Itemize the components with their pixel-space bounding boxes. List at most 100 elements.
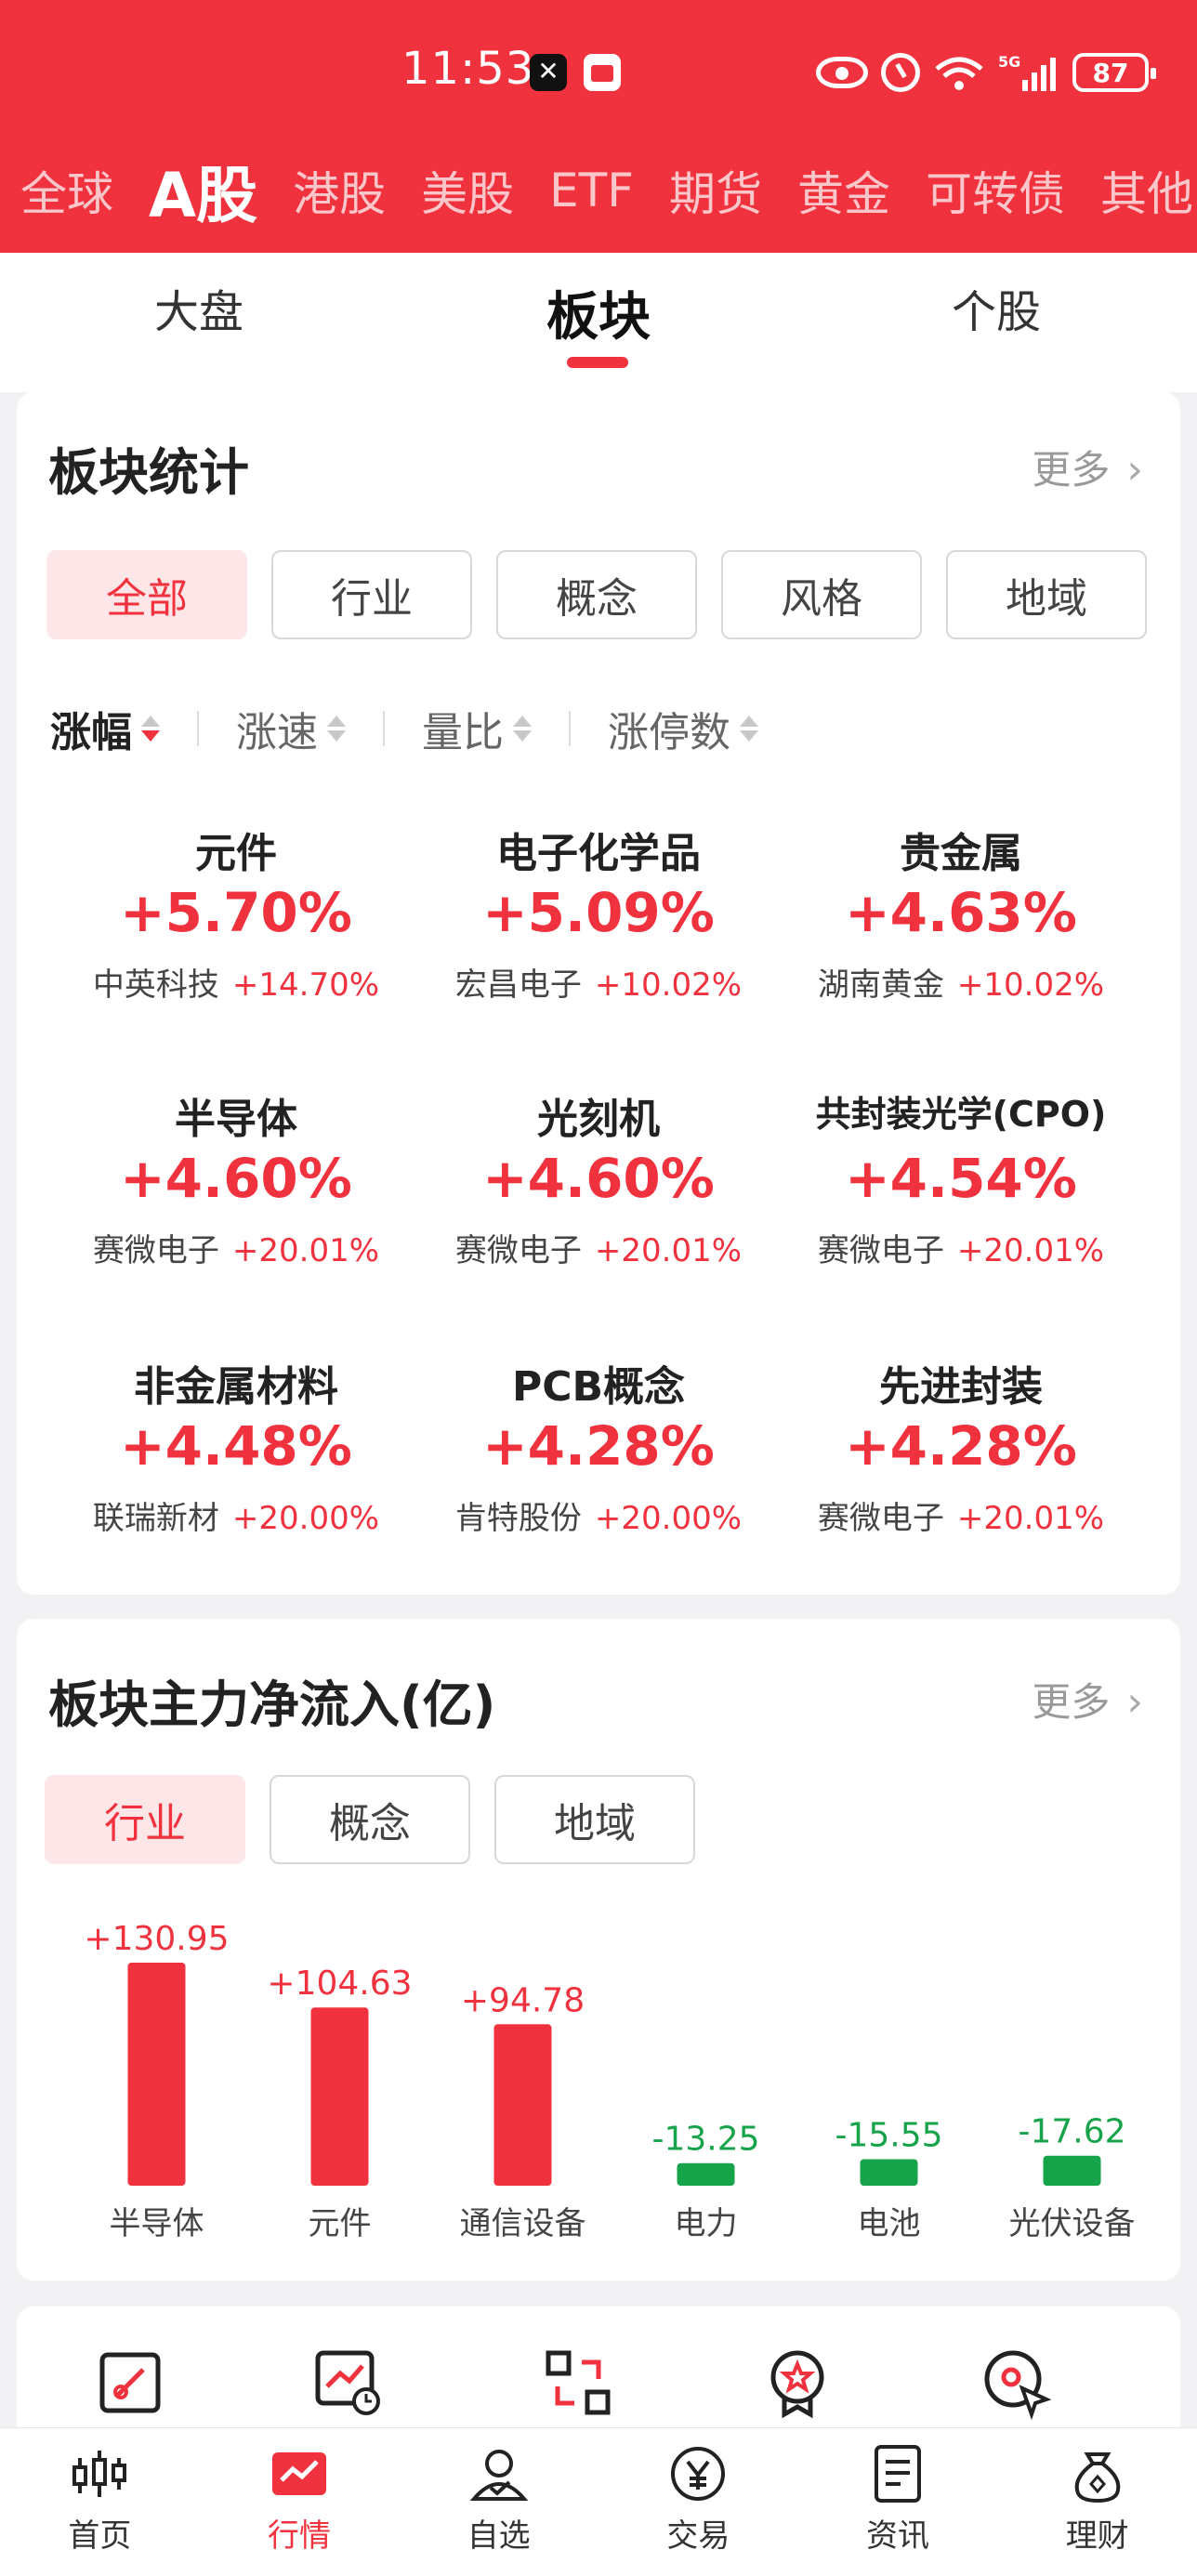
net-inflow-card: 板块主力净流入(亿) 更多 › 行业 概念 地域 +130.95 半导体 +104.6… (17, 1619, 1180, 2280)
nav-watchlist[interactable]: 自选 (399, 2428, 598, 2576)
filter-all[interactable]: 全部 (46, 550, 247, 639)
sort-volume-ratio[interactable]: 量比 (422, 699, 532, 758)
net-inflow-more-link[interactable]: 更多 › (1032, 1671, 1143, 1728)
filter-style[interactable]: 风格 (721, 550, 922, 639)
status-time: 11:53 (401, 43, 535, 95)
leader-change-pct: +20.01% (956, 1500, 1105, 1537)
status-icons: 5G 87 (816, 46, 1156, 99)
nav-home[interactable]: 首页 (0, 2428, 200, 2576)
sector-change-pct: +4.63% (845, 881, 1077, 944)
inflow-category-label: 半导体 (110, 2205, 204, 2242)
sort-arrows-icon (141, 716, 160, 742)
leader-change-pct: +20.01% (594, 1232, 743, 1269)
market-tab-futures[interactable]: 期货 (669, 157, 762, 224)
sector-item[interactable]: 光刻机 +4.60% 赛微电子 +20.01% (411, 1085, 786, 1270)
sector-leader: 宏昌电子 +10.02% (411, 959, 786, 1005)
sector-name: 半导体 (175, 1096, 297, 1143)
leader-change-pct: +20.00% (594, 1500, 743, 1537)
sub-tabs: 大盘 板块 个股 (0, 253, 1197, 392)
divider (569, 711, 571, 746)
sector-item[interactable]: 元件 +5.70% 中英科技 +14.70% (48, 820, 424, 1005)
leader-name: 赛微电子 (454, 1232, 582, 1269)
leader-name: 肯特股份 (454, 1500, 582, 1537)
market-tab-gold[interactable]: 黄金 (797, 157, 890, 224)
inflow-value-label: +104.63 (267, 1965, 412, 2003)
tab-stocks[interactable]: 个股 (903, 275, 1089, 340)
sector-item[interactable]: 贵金属 +4.63% 湖南黄金 +10.02% (773, 820, 1149, 1005)
nav-market[interactable]: 行情 (200, 2428, 400, 2576)
sector-stats-title: 板块统计 (48, 443, 249, 502)
sector-leader: 联瑞新材 +20.00% (48, 1492, 424, 1538)
award-icon[interactable] (760, 2346, 835, 2420)
sort-arrows-icon (740, 716, 758, 742)
filter-concept[interactable]: 概念 (270, 1775, 470, 1864)
leader-name: 中英科技 (92, 966, 219, 1004)
nav-trade[interactable]: 交易 (598, 2428, 798, 2576)
tab-market-overview[interactable]: 大盘 (106, 275, 292, 340)
tab-sectors[interactable]: 板块 (506, 275, 691, 350)
sector-name: 元件 (195, 830, 277, 877)
market-tabs: 全球 A股 港股 美股 ETF 期货 黄金 可转债 其他 (0, 149, 1197, 232)
market-tab-a-share[interactable]: A股 (149, 149, 257, 232)
sort-arrows-icon (513, 716, 532, 742)
inflow-filter-row: 行业 概念 地域 (45, 1775, 695, 1864)
sector-stats-more-link[interactable]: 更多 › (1032, 439, 1143, 495)
nav-wealth[interactable]: 理财 (997, 2428, 1197, 2576)
candlestick-icon (67, 2441, 132, 2506)
sector-change-pct: +4.60% (120, 1147, 352, 1210)
sector-change-pct: +4.28% (482, 1414, 715, 1478)
sector-leader: 肯特股份 +20.00% (411, 1492, 786, 1538)
sector-item[interactable]: 共封装光学(CPO) +4.54% 赛微电子 +20.01% (773, 1085, 1149, 1270)
leader-change-pct: +10.02% (956, 966, 1105, 1004)
market-tab-hk[interactable]: 港股 (293, 157, 386, 224)
market-tab-global[interactable]: 全球 (20, 157, 113, 224)
sector-change-pct: +5.09% (482, 881, 715, 944)
sector-item[interactable]: 非金属材料 +4.48% 联瑞新材 +20.00% (48, 1353, 424, 1538)
market-tab-other[interactable]: 其他 (1100, 157, 1193, 224)
sector-leader: 湖南黄金 +10.02% (773, 959, 1149, 1005)
sort-limit-up-count[interactable]: 涨停数 (608, 699, 758, 758)
inflow-category-label: 通信设备 (460, 2205, 586, 2242)
sector-name: 非金属材料 (134, 1363, 338, 1411)
app-notification-icon (584, 54, 621, 91)
sector-item[interactable]: 半导体 +4.60% 赛微电子 +20.01% (48, 1085, 424, 1270)
market-tab-us[interactable]: 美股 (421, 157, 514, 224)
sort-change-pct[interactable]: 涨幅 (50, 699, 160, 758)
sector-item[interactable]: PCB概念 +4.28% 肯特股份 +20.00% (411, 1353, 786, 1538)
active-tab-indicator (567, 357, 628, 368)
filter-region[interactable]: 地域 (494, 1775, 695, 1864)
nav-news[interactable]: 资讯 (798, 2428, 998, 2576)
sort-arrows-icon (327, 716, 346, 742)
inflow-bar (677, 2162, 735, 2186)
nav-label: 自选 (467, 2517, 531, 2555)
sort-label: 涨停数 (608, 709, 730, 756)
swap-icon[interactable] (541, 2346, 615, 2420)
leader-name: 赛微电子 (817, 1232, 944, 1269)
sector-change-pct: +4.54% (845, 1147, 1077, 1210)
chevron-right-icon: › (1126, 1678, 1143, 1726)
more-label: 更多 (1032, 1679, 1111, 1725)
divider (197, 711, 199, 746)
sector-item[interactable]: 电子化学品 +5.09% 宏昌电子 +10.02% (411, 820, 786, 1005)
sector-item[interactable]: 先进封装 +4.28% 赛微电子 +20.01% (773, 1353, 1149, 1538)
search-pointer-icon[interactable] (980, 2346, 1054, 2421)
sector-name: 先进封装 (879, 1363, 1043, 1411)
inflow-bar (860, 2159, 918, 2186)
leader-change-pct: +10.02% (594, 966, 743, 1004)
sector-filter-row: 全部 行业 概念 风格 地域 (46, 550, 1147, 639)
filter-industry[interactable]: 行业 (271, 550, 472, 639)
filter-region[interactable]: 地域 (946, 550, 1147, 639)
leader-name: 赛微电子 (817, 1500, 944, 1537)
nav-label: 资讯 (866, 2517, 930, 2555)
sector-change-pct: +4.28% (845, 1414, 1077, 1478)
filter-concept[interactable]: 概念 (496, 550, 697, 639)
market-tab-etf[interactable]: ETF (549, 164, 634, 217)
inflow-value-label: -17.62 (1018, 2113, 1125, 2151)
sector-name: 共封装光学(CPO) (815, 1094, 1107, 1135)
trend-clock-icon[interactable] (310, 2346, 385, 2420)
link-icon[interactable] (93, 2346, 167, 2420)
sort-change-speed[interactable]: 涨速 (236, 699, 346, 758)
sector-change-pct: +4.60% (482, 1147, 715, 1210)
market-tab-convertible[interactable]: 可转债 (926, 157, 1065, 224)
filter-industry[interactable]: 行业 (45, 1775, 245, 1864)
